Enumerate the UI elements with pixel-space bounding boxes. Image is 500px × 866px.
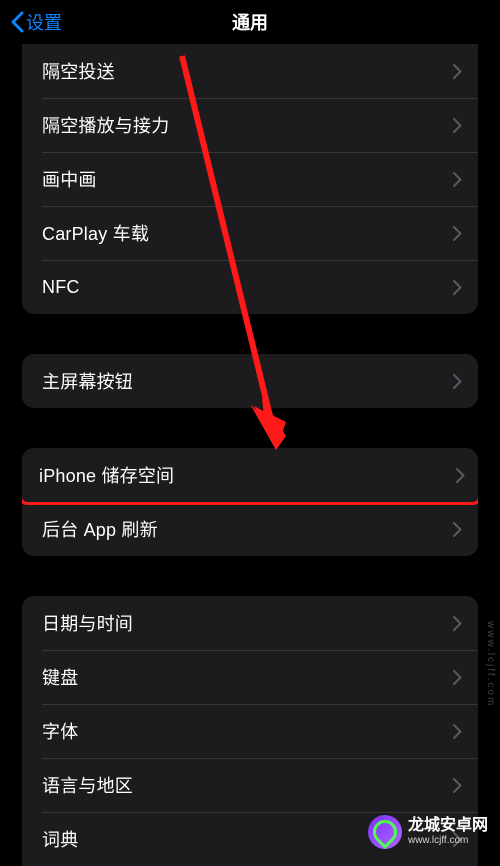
back-label: 设置 — [26, 9, 62, 35]
row-label: 画中画 — [42, 166, 453, 192]
row-carplay[interactable]: CarPlay 车载 — [22, 206, 478, 260]
row-label: 后台 App 刷新 — [42, 516, 453, 542]
row-nfc[interactable]: NFC — [22, 260, 478, 314]
row-label: iPhone 储存空间 — [39, 462, 456, 488]
chevron-right-icon — [453, 724, 462, 739]
row-label: 语言与地区 — [42, 772, 453, 798]
row-label: 字体 — [42, 718, 453, 744]
watermark-logo-icon — [368, 815, 402, 849]
annotation-highlight: iPhone 储存空间 — [22, 448, 478, 505]
row-home-button[interactable]: 主屏幕按钮 — [22, 354, 478, 408]
row-date-time[interactable]: 日期与时间 — [22, 596, 478, 650]
row-label: 键盘 — [42, 664, 453, 690]
row-language-region[interactable]: 语言与地区 — [22, 758, 478, 812]
watermark-name: 龙城安卓网 — [408, 817, 488, 835]
row-label: NFC — [42, 277, 453, 298]
row-fonts[interactable]: 字体 — [22, 704, 478, 758]
watermark-side: www.lcjff.com — [485, 621, 496, 707]
row-label: CarPlay 车载 — [42, 220, 453, 246]
row-airplay-handoff[interactable]: 隔空播放与接力 — [22, 98, 478, 152]
row-label: 隔空投送 — [42, 58, 453, 84]
navigation-bar: 设置 通用 — [0, 0, 500, 44]
chevron-left-icon — [10, 11, 24, 33]
settings-group-storage: iPhone 储存空间 后台 App 刷新 — [22, 448, 478, 556]
chevron-right-icon — [453, 616, 462, 631]
row-picture-in-picture[interactable]: 画中画 — [22, 152, 478, 206]
row-label: 主屏幕按钮 — [42, 368, 453, 394]
chevron-right-icon — [453, 522, 462, 537]
chevron-right-icon — [453, 778, 462, 793]
back-button[interactable]: 设置 — [10, 9, 62, 35]
chevron-right-icon — [456, 468, 465, 483]
page-title: 通用 — [232, 9, 268, 35]
row-label: 日期与时间 — [42, 610, 453, 636]
chevron-right-icon — [453, 64, 462, 79]
row-background-app-refresh[interactable]: 后台 App 刷新 — [22, 502, 478, 556]
settings-scroll-area: 隔空投送 隔空播放与接力 画中画 CarPlay 车载 NFC 主屏幕按钮 i — [0, 44, 500, 866]
row-label: 隔空播放与接力 — [42, 112, 453, 138]
settings-group-home: 主屏幕按钮 — [22, 354, 478, 408]
watermark-text: 龙城安卓网 www.lcjff.com — [408, 817, 488, 847]
watermark-url: www.lcjff.com — [408, 835, 488, 847]
chevron-right-icon — [453, 226, 462, 241]
row-airdrop[interactable]: 隔空投送 — [22, 44, 478, 98]
watermark-bottom: 龙城安卓网 www.lcjff.com — [368, 815, 488, 849]
settings-group-connectivity: 隔空投送 隔空播放与接力 画中画 CarPlay 车载 NFC — [22, 44, 478, 314]
row-iphone-storage[interactable]: iPhone 储存空间 — [22, 448, 478, 502]
chevron-right-icon — [453, 280, 462, 295]
chevron-right-icon — [453, 118, 462, 133]
row-keyboard[interactable]: 键盘 — [22, 650, 478, 704]
chevron-right-icon — [453, 374, 462, 389]
chevron-right-icon — [453, 670, 462, 685]
chevron-right-icon — [453, 172, 462, 187]
